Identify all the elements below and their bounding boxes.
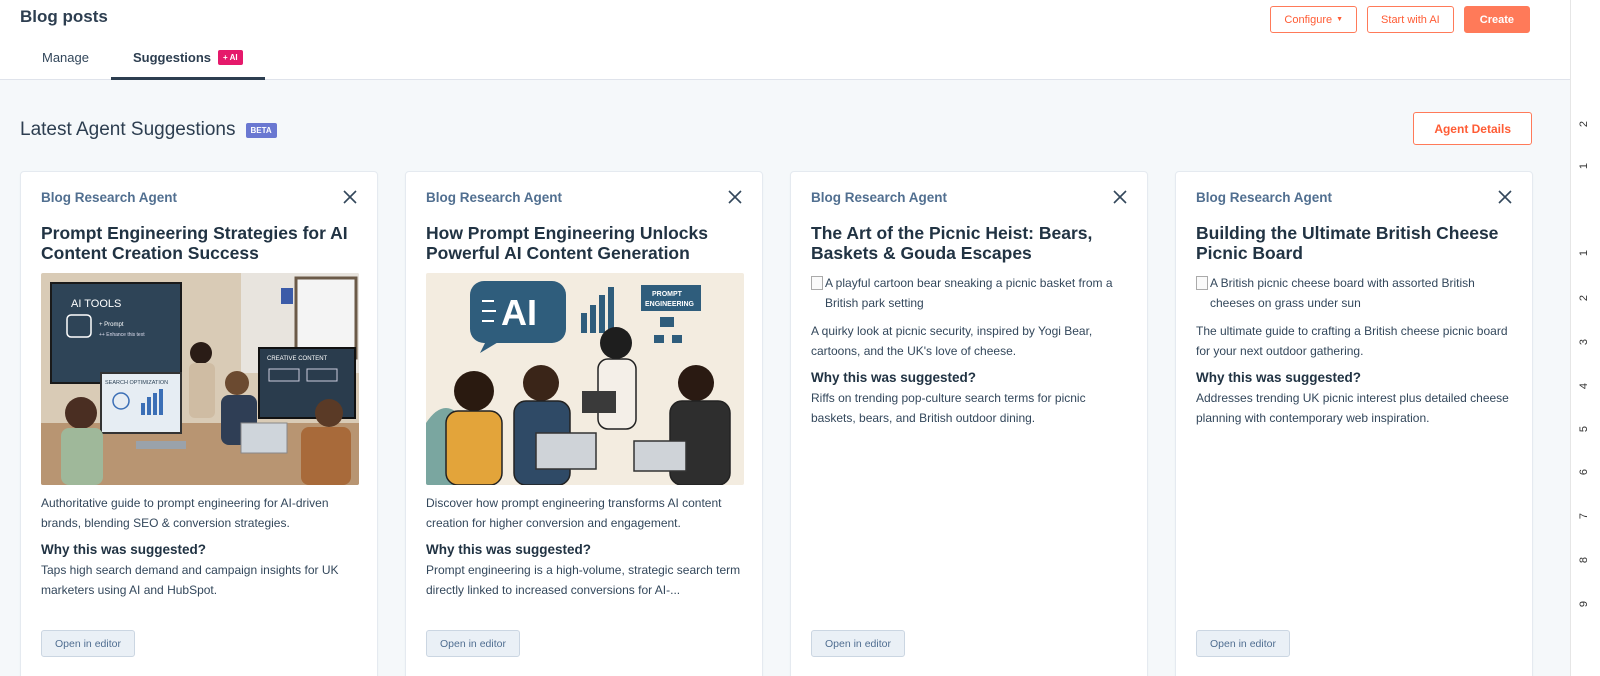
why-title: Why this was suggested? xyxy=(1196,370,1362,385)
why-title: Why this was suggested? xyxy=(811,370,977,385)
section-header: Latest Agent Suggestions BETA Agent Deta… xyxy=(20,112,1532,147)
create-button[interactable]: Create xyxy=(1463,6,1530,33)
agent-label: Blog Research Agent xyxy=(1196,190,1333,205)
page-title: Blog posts xyxy=(20,7,108,26)
configure-label: Configure xyxy=(1284,13,1333,26)
ruler-label: 9 xyxy=(1578,600,1591,608)
suggestion-card: Blog Research Agent The Art of the Picni… xyxy=(790,171,1148,676)
open-in-editor-button[interactable]: Open in editor xyxy=(426,630,520,657)
ai-badge: + AI xyxy=(218,50,243,65)
close-icon[interactable] xyxy=(343,190,357,204)
image-text: + Prompt xyxy=(99,322,124,328)
card-image: AI TOOLS + Prompt ++ Enhance this text S… xyxy=(41,273,359,485)
ruler-label: 1 xyxy=(1578,162,1591,170)
tab-manage[interactable]: Manage xyxy=(20,42,111,80)
image-alt-text: A British picnic cheese board with assor… xyxy=(1210,276,1475,310)
ruler-label: 2 xyxy=(1578,120,1591,128)
why-text: Taps high search demand and campaign ins… xyxy=(41,563,339,597)
agent-label: Blog Research Agent xyxy=(426,190,563,205)
section-title: Latest Agent Suggestions BETA xyxy=(20,119,277,141)
image-text: CREATIVE CONTENT xyxy=(267,356,328,362)
why-text: Riffs on trending pop-culture search ter… xyxy=(811,391,1086,425)
suggestion-card: Blog Research Agent How Prompt Engineeri… xyxy=(405,171,763,676)
image-text: AI TOOLS xyxy=(71,298,121,310)
open-in-editor-button[interactable]: Open in editor xyxy=(1196,630,1290,657)
beta-badge: BETA xyxy=(245,122,277,138)
agent-label: Blog Research Agent xyxy=(41,190,178,205)
open-in-editor-button[interactable]: Open in editor xyxy=(41,630,135,657)
ruler-label: 1 xyxy=(1578,249,1591,257)
ruler-label: 5 xyxy=(1578,425,1591,433)
top-actions: Configure ▼ Start with AI Create xyxy=(1270,6,1530,33)
top-bar: Blog posts Configure ▼ Start with AI Cre… xyxy=(0,0,1570,80)
agent-details-button[interactable]: Agent Details xyxy=(1413,112,1532,145)
why-text: Prompt engineering is a high-volume, str… xyxy=(426,563,741,597)
image-text: PROMPT xyxy=(652,291,683,298)
card-description: Authoritative guide to prompt engineerin… xyxy=(41,496,329,530)
image-text: AI xyxy=(501,292,537,333)
ruler-label: 6 xyxy=(1578,468,1591,476)
ruler-label: 7 xyxy=(1578,512,1591,520)
ruler-label: 3 xyxy=(1578,338,1591,346)
card-description: The ultimate guide to crafting a British… xyxy=(1196,324,1508,358)
configure-button[interactable]: Configure ▼ xyxy=(1270,6,1358,33)
ruler-label: 4 xyxy=(1578,382,1591,390)
card-description: A quirky look at picnic security, inspir… xyxy=(811,324,1093,358)
broken-image-icon xyxy=(1196,276,1208,290)
image-text: ENGINEERING xyxy=(645,301,695,308)
ruler-label: 2 xyxy=(1578,294,1591,302)
card-title: Building the Ultimate British Cheese Pic… xyxy=(1196,223,1499,263)
image-text: ++ Enhance this text xyxy=(99,332,145,338)
card-title: How Prompt Engineering Unlocks Powerful … xyxy=(426,223,708,263)
card-title: Prompt Engineering Strategies for AI Con… xyxy=(41,223,348,263)
why-title: Why this was suggested? xyxy=(426,542,592,557)
tab-manage-label: Manage xyxy=(42,50,89,65)
tab-suggestions-label: Suggestions xyxy=(132,50,211,65)
broken-image-icon xyxy=(811,276,823,290)
broken-image: A playful cartoon bear sneaking a picnic… xyxy=(811,273,1127,313)
why-title: Why this was suggested? xyxy=(41,542,207,557)
card-image: AI PROMPT ENGINEERING xyxy=(426,273,744,485)
tab-suggestions[interactable]: Suggestions + AI xyxy=(110,42,265,80)
close-icon[interactable] xyxy=(728,190,742,204)
card-title: The Art of the Picnic Heist: Bears, Bask… xyxy=(811,223,1093,263)
card-description: Discover how prompt engineering transfor… xyxy=(426,496,722,530)
caret-down-icon: ▼ xyxy=(1336,16,1344,23)
image-alt-text: A playful cartoon bear sneaking a picnic… xyxy=(825,276,1113,310)
close-icon[interactable] xyxy=(1113,190,1127,204)
why-text: Addresses trending UK picnic interest pl… xyxy=(1196,391,1509,425)
image-text: SEARCH OPTIMIZATION xyxy=(105,380,168,386)
section-title-text: Latest Agent Suggestions xyxy=(20,119,236,140)
agent-label: Blog Research Agent xyxy=(811,190,948,205)
suggestion-card: Blog Research Agent Building the Ultimat… xyxy=(1175,171,1533,676)
tab-bar: Manage Suggestions + AI xyxy=(20,42,265,80)
start-with-ai-button[interactable]: Start with AI xyxy=(1367,6,1454,33)
ruler-label: 8 xyxy=(1578,556,1591,564)
suggestion-card: Blog Research Agent Prompt Engineering S… xyxy=(20,171,378,676)
broken-image: A British picnic cheese board with assor… xyxy=(1196,273,1512,313)
close-icon[interactable] xyxy=(1498,190,1512,204)
suggestion-cards: Blog Research Agent Prompt Engineering S… xyxy=(20,171,1533,676)
open-in-editor-button[interactable]: Open in editor xyxy=(811,630,905,657)
